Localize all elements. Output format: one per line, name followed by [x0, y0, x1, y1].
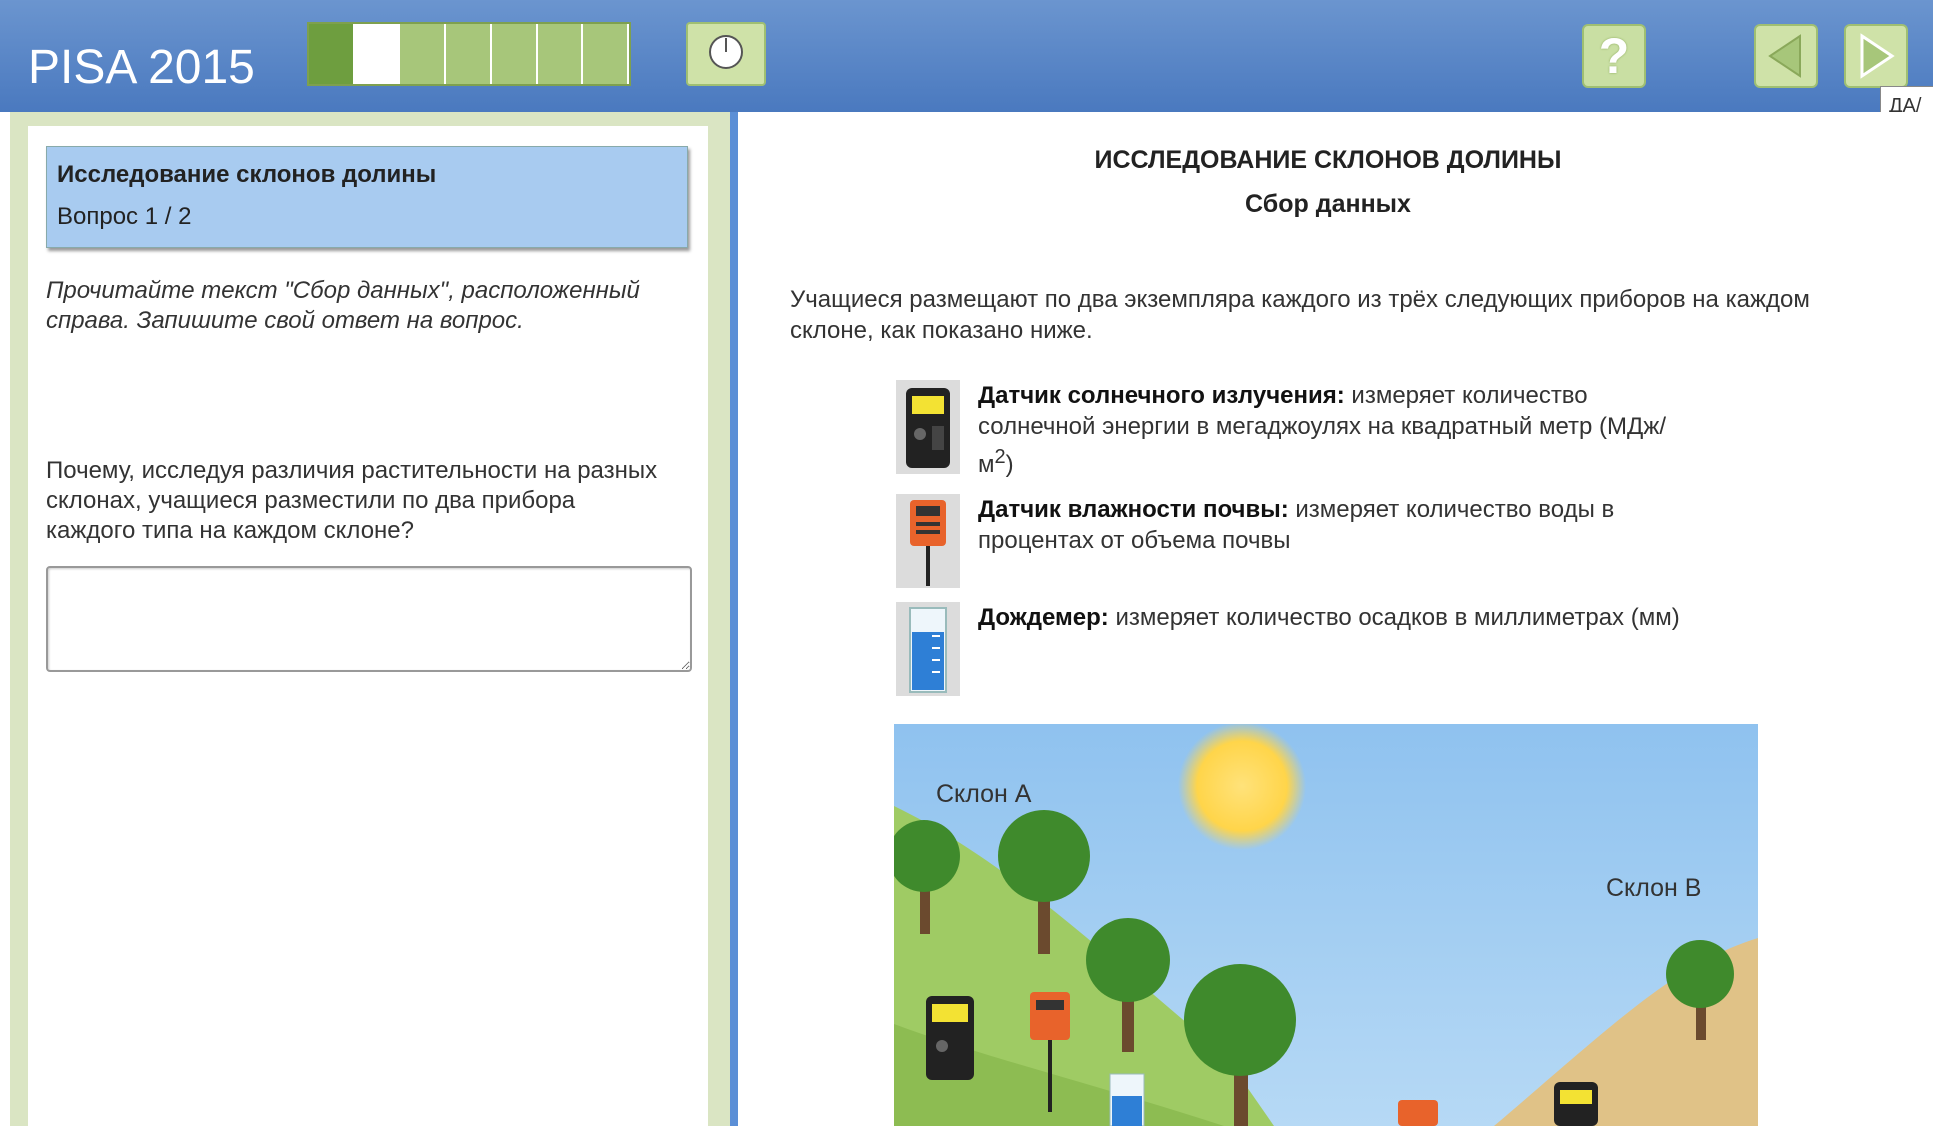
unit-header: Исследование склонов долины Вопрос 1 / 2: [46, 146, 688, 248]
device-rain-text: Дождемер: измеряет количество осадков в …: [978, 602, 1698, 633]
unit-title: Исследование склонов долины: [57, 161, 437, 188]
timer-button[interactable]: [686, 22, 766, 86]
question-mark-icon: ?: [1598, 28, 1630, 84]
sun: [1178, 724, 1306, 850]
progress-segment-2: [354, 24, 401, 84]
question-pane: Исследование склонов долины Вопрос 1 / 2…: [10, 112, 730, 1126]
answer-field[interactable]: [46, 566, 692, 672]
progress-segment-7: [583, 24, 629, 84]
device-solar-text: Датчик солнечного излучения: измеряет ко…: [978, 380, 1698, 480]
scene-solar-sensor-a: [926, 996, 974, 1080]
question-text: Почему, исследуя различия растительности…: [46, 457, 658, 544]
progress-bar: [307, 22, 631, 86]
stimulus-title: ИССЛЕДОВАНИЕ СКЛОНОВ ДОЛИНЫ: [1094, 146, 1562, 174]
progress-segment-6: [537, 24, 584, 84]
device-rain-desc: измеряет количество осадков в миллиметра…: [1108, 604, 1680, 631]
stimulus-subtitle: Сбор данных: [1245, 190, 1411, 218]
device-solar-sup: 2: [994, 446, 1006, 468]
pane-divider[interactable]: [730, 112, 738, 1126]
device-solar-name: Датчик солнечного излучения:: [978, 382, 1345, 409]
clock-icon: [709, 35, 743, 69]
instruction-text: Прочитайте текст "Сбор данных", располож…: [46, 277, 640, 334]
device-solar-tail: ): [1005, 451, 1014, 478]
scene-moisture-sensor-b: [1398, 1100, 1438, 1126]
stimulus-intro: Учащиеся размещают по два экземпляра каж…: [790, 286, 1810, 344]
device-moisture-text: Датчик влажности почвы: измеряет количес…: [978, 494, 1698, 556]
arrow-right-icon: [1860, 33, 1895, 79]
next-button[interactable]: [1844, 24, 1908, 88]
back-button[interactable]: [1754, 24, 1818, 88]
progress-segment-1: [309, 24, 355, 84]
progress-segment-3: [400, 24, 447, 84]
solar-sensor-icon: [896, 380, 960, 474]
progress-segment-4: [446, 24, 492, 84]
arrow-left-icon: [1768, 34, 1801, 78]
brand-logo: PISA 2015: [28, 41, 255, 94]
slope-b-label: Склон B: [1606, 874, 1702, 902]
progress-segment-5: [491, 24, 538, 84]
scene-rain-gauge-a: [1109, 1073, 1145, 1126]
moisture-sensor-icon: [896, 494, 960, 588]
help-button[interactable]: ?: [1582, 24, 1646, 88]
question-panel: Исследование склонов долины Вопрос 1 / 2…: [28, 126, 708, 1126]
device-moisture-name: Датчик влажности почвы:: [978, 496, 1289, 523]
top-toolbar: PISA 2015 ?: [0, 0, 1933, 112]
question-counter: Вопрос 1 / 2: [57, 203, 192, 230]
scene-solar-sensor-b: [1554, 1082, 1598, 1126]
slope-a-label: Склон A: [936, 780, 1032, 808]
rain-gauge-icon: [896, 602, 960, 696]
valley-illustration: Склон A Склон B: [894, 724, 1758, 1126]
stimulus-pane: ИССЛЕДОВАНИЕ СКЛОНОВ ДОЛИНЫ Сбор данных …: [738, 112, 1933, 1126]
device-rain-name: Дождемер:: [978, 604, 1109, 631]
